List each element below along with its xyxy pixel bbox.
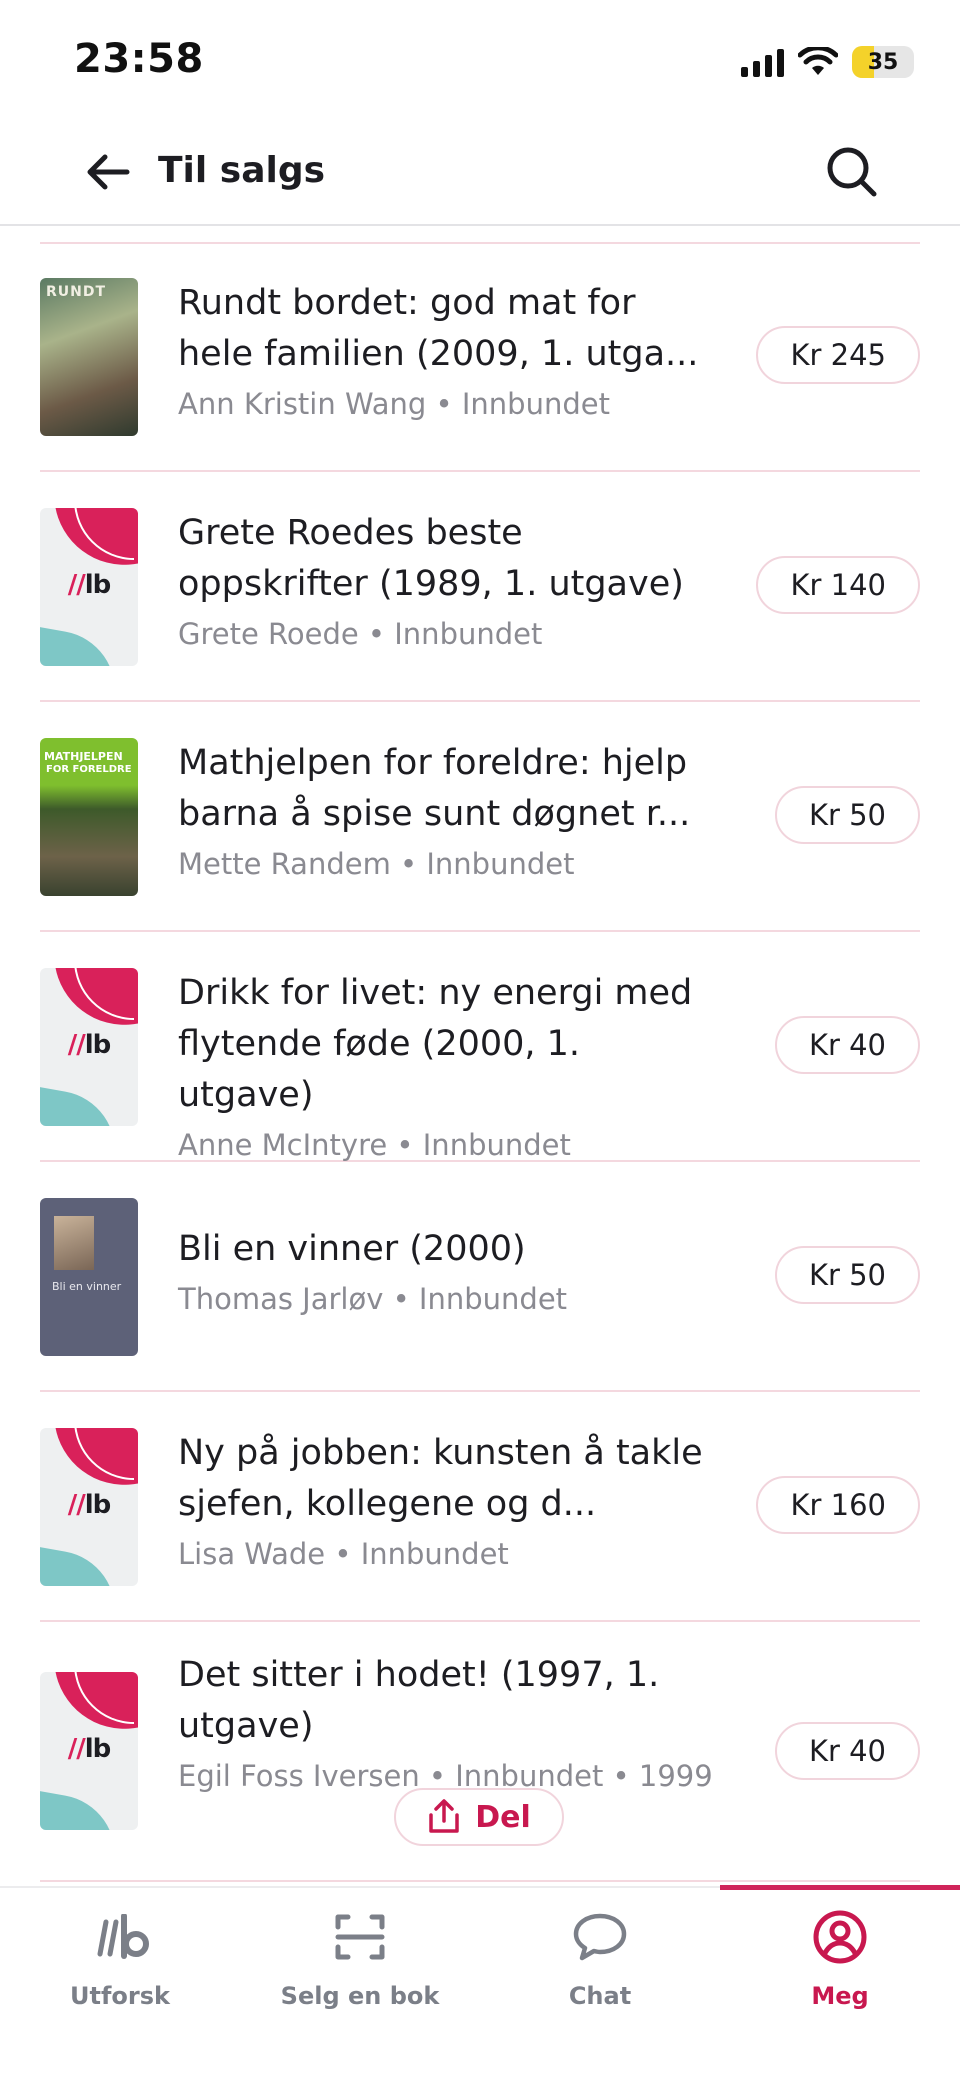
list-item[interactable]: //lb Ny på jobben: kunsten å takle sjefe… xyxy=(40,1392,920,1622)
cover-swoosh xyxy=(40,1786,125,1830)
lb-logo-icon: //lb xyxy=(67,570,112,600)
cover-swoosh xyxy=(40,1542,125,1586)
book-title: Mathjelpen for foreldre: hjelp barna å s… xyxy=(178,743,691,834)
battery-icon: 35 xyxy=(852,46,914,78)
item-text: Det sitter i hodet! (1997, 1. utgave) Eg… xyxy=(178,1650,718,1796)
logo-text: lb xyxy=(84,570,112,600)
scan-icon xyxy=(240,1906,480,1968)
lb-logo-icon: //lb xyxy=(67,1030,112,1060)
item-text: Drikk for livet: ny energi med flytende … xyxy=(178,968,718,1165)
bottom-tab-bar: Utforsk Selg en bok Chat Meg xyxy=(0,1885,960,2078)
list-item[interactable]: //lb Grete Roedes beste oppskrifter (198… xyxy=(40,472,920,702)
back-button[interactable] xyxy=(78,142,138,202)
item-text: Bli en vinner (2000) Thomas Jarløv • Inn… xyxy=(178,1224,718,1319)
wifi-icon xyxy=(798,47,838,75)
book-title: Bli en vinner (2000) xyxy=(178,1229,526,1269)
book-meta: Thomas Jarløv • Innbundet xyxy=(178,1282,568,1316)
search-button[interactable] xyxy=(820,140,884,204)
tab-chat[interactable]: Chat xyxy=(480,1906,720,2026)
book-cover: Bli en vinner xyxy=(40,1198,138,1356)
book-title: Ny på jobben: kunsten å takle sjefen, ko… xyxy=(178,1433,703,1524)
cover-text: FOR FORELDRE xyxy=(46,764,132,775)
search-icon xyxy=(827,147,877,197)
share-button[interactable]: Del xyxy=(394,1788,564,1846)
price-badge: Kr 40 xyxy=(774,1722,920,1780)
chat-bubble-icon xyxy=(480,1906,720,1968)
price-badge: Kr 50 xyxy=(774,786,920,844)
item-text: Mathjelpen for foreldre: hjelp barna å s… xyxy=(178,738,718,884)
user-circle-icon xyxy=(720,1906,960,1968)
list-item[interactable]: //lb Drikk for livet: ny energi med flyt… xyxy=(40,932,920,1162)
book-cover-placeholder: //lb xyxy=(40,508,138,666)
item-text: Rundt bordet: god mat for hele familien … xyxy=(178,278,718,424)
book-title: Grete Roedes beste oppskrifter (1989, 1.… xyxy=(178,513,684,604)
book-cover: MATHJELPEN FOR FORELDRE xyxy=(40,738,138,896)
book-meta: Lisa Wade • Innbundet xyxy=(178,1537,509,1571)
top-app-bar: Til salgs xyxy=(0,120,960,226)
logo-text: lb xyxy=(84,1490,112,1520)
share-label: Del xyxy=(475,1799,531,1835)
book-cover-placeholder: //lb xyxy=(40,1428,138,1586)
book-meta: Anne McIntyre • Innbundet xyxy=(178,1128,571,1162)
price-badge: Kr 50 xyxy=(774,1246,920,1304)
cover-text: RUNDT xyxy=(46,284,107,300)
price-badge: Kr 140 xyxy=(756,556,920,614)
book-title: Det sitter i hodet! (1997, 1. utgave) xyxy=(178,1655,660,1746)
book-cover-placeholder: //lb xyxy=(40,1672,138,1830)
cover-text: Bli en vinner xyxy=(52,1280,122,1293)
price-badge: Kr 160 xyxy=(756,1476,920,1534)
tab-label: Selg en bok xyxy=(280,1982,440,2010)
status-icons: 35 xyxy=(741,42,914,82)
price-badge: Kr 245 xyxy=(756,326,920,384)
tab-meg[interactable]: Meg xyxy=(720,1906,960,2026)
item-text: Grete Roedes beste oppskrifter (1989, 1.… xyxy=(178,508,718,654)
book-title: Rundt bordet: god mat for hele familien … xyxy=(178,283,699,374)
cover-swoosh xyxy=(40,622,125,666)
battery-percent: 35 xyxy=(867,49,899,75)
status-bar: 23:58 35 xyxy=(0,0,960,120)
list-item[interactable]: MATHJELPEN FOR FORELDRE Mathjelpen for f… xyxy=(40,702,920,932)
book-title: Drikk for livet: ny energi med flytende … xyxy=(178,973,693,1115)
tab-utforsk[interactable]: Utforsk xyxy=(0,1906,240,2026)
item-text: Ny på jobben: kunsten å takle sjefen, ko… xyxy=(178,1428,718,1574)
cover-text: MATHJELPEN xyxy=(44,750,123,763)
cover-photo xyxy=(54,1216,94,1270)
active-tab-indicator xyxy=(720,1885,960,1890)
book-meta: Grete Roede • Innbundet xyxy=(178,617,543,651)
book-cover-placeholder: //lb xyxy=(40,968,138,1126)
tab-label: Meg xyxy=(811,1982,869,2010)
price-badge: Kr 40 xyxy=(774,1016,920,1074)
logo-text: lb xyxy=(84,1030,112,1060)
status-time: 23:58 xyxy=(74,36,204,82)
logo-text: lb xyxy=(84,1734,112,1764)
lb-logo-icon xyxy=(0,1906,240,1968)
share-icon xyxy=(429,1799,459,1833)
book-list: RUNDT Rundt bordet: god mat for hele fam… xyxy=(0,242,960,1882)
cover-swoosh xyxy=(40,1082,125,1126)
book-cover: RUNDT xyxy=(40,278,138,436)
lb-logo-icon: //lb xyxy=(67,1734,112,1764)
lb-logo-icon: //lb xyxy=(67,1490,112,1520)
list-item[interactable]: RUNDT Rundt bordet: god mat for hele fam… xyxy=(40,242,920,472)
arrow-left-icon xyxy=(87,154,130,190)
book-meta: Mette Randem • Innbundet xyxy=(178,847,575,881)
list-item[interactable]: Bli en vinner Bli en vinner (2000) Thoma… xyxy=(40,1162,920,1392)
tab-selg-en-bok[interactable]: Selg en bok xyxy=(240,1906,480,2026)
cellular-signal-icon xyxy=(741,47,784,77)
tab-label: Chat xyxy=(568,1982,632,2010)
page-title: Til salgs xyxy=(158,150,326,191)
tab-label: Utforsk xyxy=(70,1982,170,2010)
book-meta: Ann Kristin Wang • Innbundet xyxy=(178,387,610,421)
